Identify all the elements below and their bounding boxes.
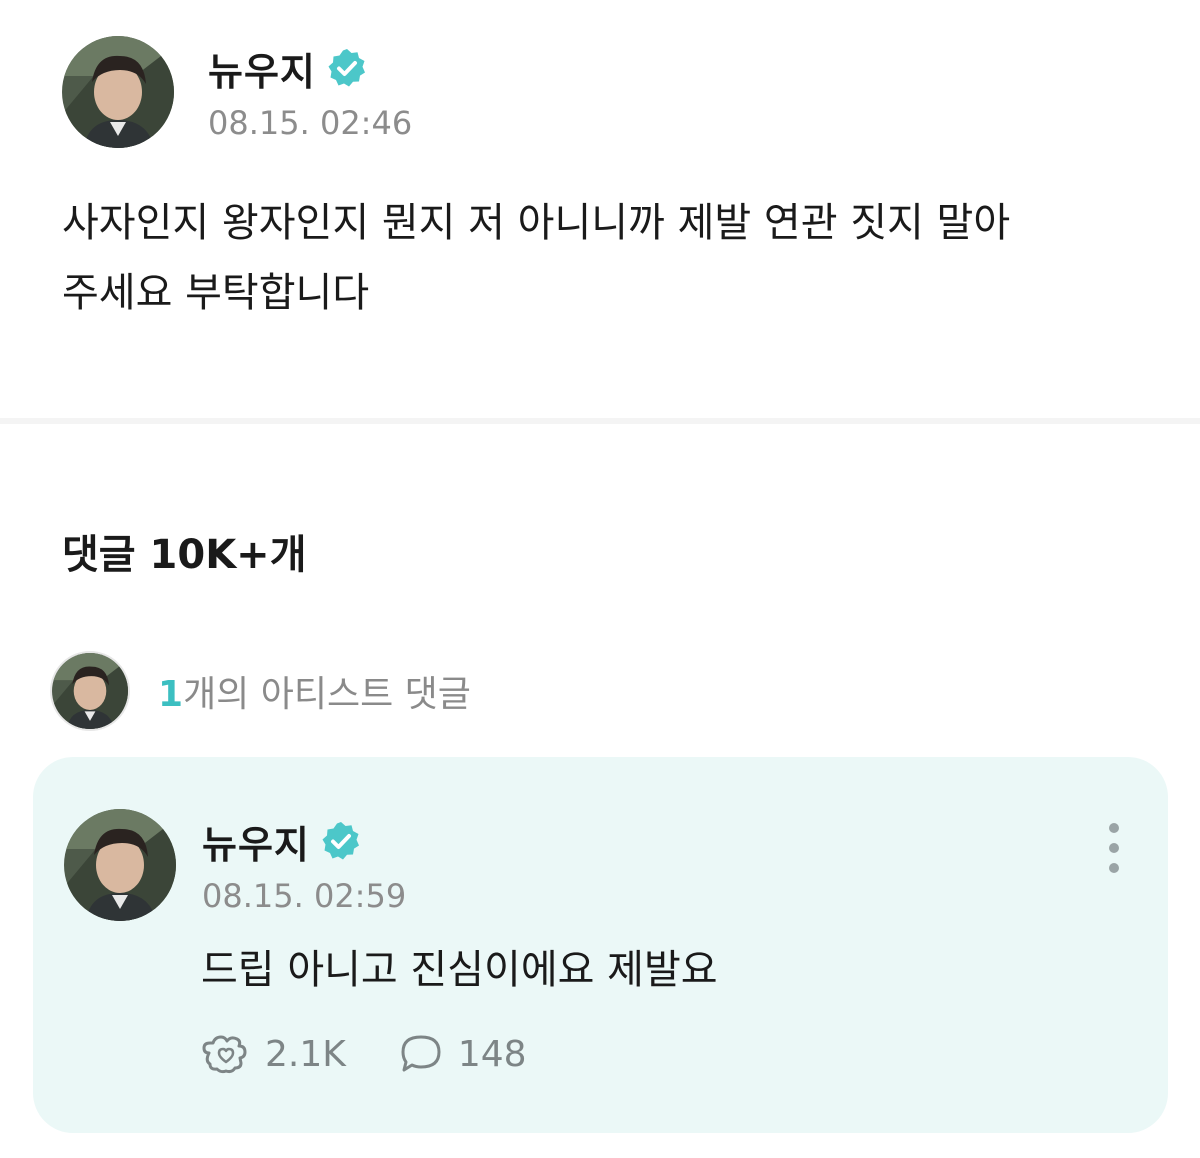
- comment-author-avatar[interactable]: [64, 809, 176, 921]
- post-text-line: 사자인지 왕자인지 뭔지 저 아니니까 제발 연관 짓지 말아: [62, 200, 1011, 246]
- artist-comment-card[interactable]: 뉴우지 08.15. 02:59 드립 아니고 진심이에요 제발요 2.1K 1…: [33, 757, 1168, 1133]
- artist-comments-summary[interactable]: 1개의 아티스트 댓글: [50, 651, 471, 731]
- verified-badge-icon: [326, 47, 368, 89]
- comment-author-name[interactable]: 뉴우지: [202, 814, 310, 869]
- artist-comments-label: 1개의 아티스트 댓글: [158, 665, 471, 717]
- post-text-line: 주세요 부탁합니다: [62, 270, 370, 316]
- artist-comments-count: 1: [158, 674, 184, 715]
- artist-comments-text: 개의 아티스트 댓글: [183, 674, 471, 715]
- like-icon: [201, 1033, 251, 1075]
- artist-avatar: [50, 651, 130, 731]
- author-name-row: 뉴우지: [208, 42, 412, 94]
- comment-author-name-row: 뉴우지: [202, 815, 406, 867]
- post-body: 사자인지 왕자인지 뭔지 저 아니니까 제발 연관 짓지 말아 주세요 부탁합니…: [62, 188, 1142, 328]
- author-meta: 뉴우지 08.15. 02:46: [208, 42, 412, 142]
- like-count: 2.1K: [265, 1033, 346, 1075]
- comment-text: 드립 아니고 진심이에요 제발요: [201, 947, 718, 993]
- verified-badge-icon: [320, 820, 362, 862]
- post-timestamp: 08.15. 02:46: [208, 104, 413, 142]
- comment-author-meta: 뉴우지 08.15. 02:59: [202, 815, 406, 915]
- speech-bubble-icon: [398, 1033, 444, 1075]
- author-name[interactable]: 뉴우지: [208, 41, 316, 96]
- post-header: 뉴우지 08.15. 02:46: [62, 36, 412, 148]
- comment-timestamp: 08.15. 02:59: [202, 877, 407, 915]
- comment-actions: 2.1K 148: [201, 1033, 579, 1075]
- section-divider: [0, 418, 1200, 424]
- more-dot: [1109, 823, 1119, 833]
- author-avatar[interactable]: [62, 36, 174, 148]
- more-vertical-icon[interactable]: [1102, 823, 1126, 873]
- comment-header: 뉴우지 08.15. 02:59: [64, 809, 406, 921]
- reply-button[interactable]: 148: [398, 1033, 527, 1075]
- more-dot: [1109, 863, 1119, 873]
- more-dot: [1109, 843, 1119, 853]
- reply-count: 148: [457, 1033, 527, 1075]
- comments-count-title: 댓글 10K+개: [62, 532, 307, 578]
- like-button[interactable]: 2.1K: [201, 1033, 346, 1075]
